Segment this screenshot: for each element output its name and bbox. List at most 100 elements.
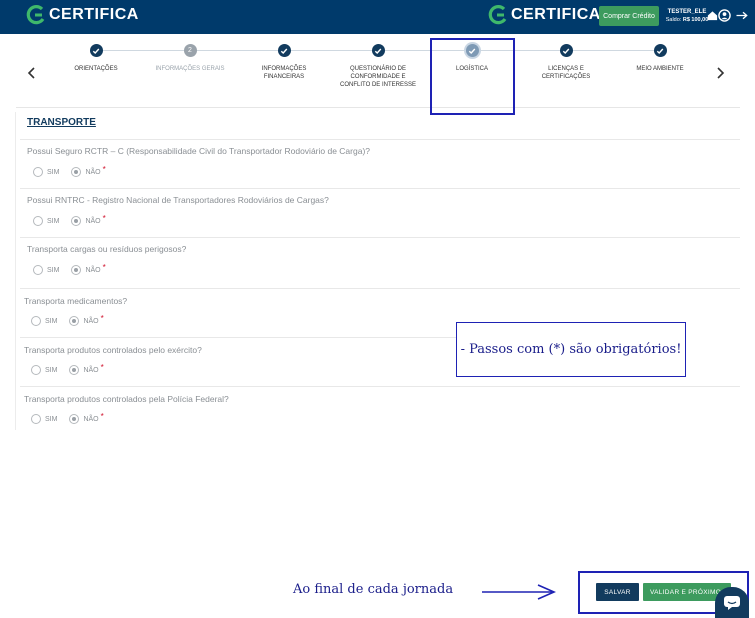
radio-label: SIM <box>47 217 60 225</box>
radio-label: NÃO <box>83 415 99 423</box>
required-mark: * <box>102 262 106 272</box>
content-border <box>15 112 16 430</box>
radio-group: SIM NÃO * <box>31 411 116 424</box>
step-label: MEIO AMBIENTE <box>636 66 684 72</box>
step-label: ORIENTAÇÕES <box>74 66 118 72</box>
radio-yes[interactable]: SIM <box>33 167 59 177</box>
check-icon <box>277 44 291 57</box>
radio-no[interactable]: NÃO * <box>71 262 106 275</box>
radio-label: NÃO <box>85 217 101 225</box>
progress-stepper: ORIENTAÇÕES 2 INFORMAÇÕES GERAIS INFORMA… <box>16 36 740 108</box>
radio-circle[interactable] <box>69 414 80 424</box>
radio-label: SIM <box>45 317 58 325</box>
user-info[interactable]: TESTER_ELE Saldo: R$ 100,00 <box>664 8 710 24</box>
radio-circle[interactable] <box>71 265 82 275</box>
step-licencas-certificacoes[interactable]: LICENÇAS E CERTIFICAÇÕES <box>526 44 606 81</box>
radio-group: SIM NÃO * <box>31 362 116 375</box>
certifica-logo-icon <box>26 5 46 25</box>
divider <box>20 337 456 338</box>
user-account-icon[interactable] <box>718 9 731 22</box>
radio-circle[interactable] <box>69 365 80 375</box>
radio-no[interactable]: NÃO * <box>69 362 104 375</box>
check-icon <box>559 44 573 57</box>
current-step-highlight <box>430 38 515 115</box>
radio-yes[interactable]: SIM <box>31 316 57 326</box>
brand-logo-right: CERTIFICA <box>488 4 601 26</box>
radio-circle[interactable] <box>33 216 43 226</box>
divider <box>20 288 740 289</box>
radio-no[interactable]: NÃO * <box>69 411 104 424</box>
question-label: Possui RNTRC - Registro Nacional de Tran… <box>27 195 329 205</box>
radio-circle[interactable] <box>71 167 82 177</box>
step-label: LICENÇAS E CERTIFICAÇÕES <box>541 66 591 80</box>
radio-group: SIM NÃO * <box>33 262 118 275</box>
balance-value: R$ 100,00 <box>682 17 709 23</box>
required-mark: * <box>100 411 104 421</box>
step-questionario-conformidade[interactable]: QUESTIONÁRIO DE CONFORMIDADE E CONFLITO … <box>338 44 418 89</box>
radio-label: NÃO <box>83 366 99 374</box>
save-button[interactable]: SALVAR <box>596 583 639 601</box>
radio-circle[interactable] <box>31 414 41 424</box>
app-header: CERTIFICA CERTIFICA Comprar Crédito TEST… <box>0 0 755 34</box>
step-informacoes-financeiras[interactable]: INFORMAÇÕES FINANCEIRAS <box>244 44 324 81</box>
buy-credit-button[interactable]: Comprar Crédito <box>599 6 659 26</box>
brand-name: CERTIFICA <box>49 6 139 23</box>
required-mark: * <box>102 164 106 174</box>
required-mark: * <box>102 213 106 223</box>
question-label: Transporta produtos controlados pelo exé… <box>24 345 202 355</box>
brand-name: CERTIFICA <box>511 6 601 23</box>
radio-circle[interactable] <box>71 216 82 226</box>
radio-yes[interactable]: SIM <box>33 265 59 275</box>
balance-label: Saldo: <box>665 17 682 23</box>
radio-label: SIM <box>45 366 58 374</box>
question-label: Transporta produtos controlados pela Pol… <box>24 394 229 404</box>
radio-group: SIM NÃO * <box>33 213 118 226</box>
arrow-right-icon <box>480 582 558 602</box>
radio-group: SIM NÃO * <box>31 313 116 326</box>
question-label: Possui Seguro RCTR – C (Responsabilidade… <box>27 146 371 156</box>
radio-circle[interactable] <box>31 316 41 326</box>
radio-label: NÃO <box>85 266 101 274</box>
chat-button[interactable] <box>715 587 749 618</box>
check-icon <box>653 44 667 57</box>
chevron-left-icon[interactable] <box>26 66 38 80</box>
radio-circle[interactable] <box>69 316 80 326</box>
radio-yes[interactable]: SIM <box>33 216 59 226</box>
radio-circle[interactable] <box>33 167 43 177</box>
step-label: INFORMAÇÕES FINANCEIRAS <box>261 66 307 80</box>
radio-circle[interactable] <box>33 265 43 275</box>
certifica-logo-icon <box>488 5 508 25</box>
user-name: TESTER_ELE <box>667 9 707 15</box>
question-label: Transporta cargas ou resíduos perigosos? <box>27 244 187 254</box>
step-orientacoes[interactable]: ORIENTAÇÕES <box>56 44 136 73</box>
radio-yes[interactable]: SIM <box>31 414 57 424</box>
brand-logo-left[interactable]: CERTIFICA <box>26 4 139 26</box>
step-informacoes-gerais[interactable]: 2 INFORMAÇÕES GERAIS <box>150 44 230 73</box>
divider <box>20 188 740 189</box>
radio-no[interactable]: NÃO * <box>69 313 104 326</box>
check-icon <box>89 44 103 57</box>
step-label: INFORMAÇÕES GERAIS <box>155 66 225 72</box>
chevron-right-icon[interactable] <box>714 66 726 80</box>
logout-icon[interactable] <box>733 9 753 22</box>
radio-no[interactable]: NÃO * <box>71 164 106 177</box>
step-number: 2 <box>183 44 197 57</box>
radio-label: SIM <box>45 415 58 423</box>
required-mark: * <box>100 313 104 323</box>
question-label: Transporta medicamentos? <box>24 296 128 306</box>
radio-label: NÃO <box>85 168 101 176</box>
radio-no[interactable]: NÃO * <box>71 213 106 226</box>
balance: Saldo: R$ 100,00 <box>664 16 710 24</box>
divider <box>20 237 740 238</box>
step-label: QUESTIONÁRIO DE CONFORMIDADE E CONFLITO … <box>340 66 416 88</box>
required-mark: * <box>100 362 104 372</box>
step-meio-ambiente[interactable]: MEIO AMBIENTE <box>620 44 700 73</box>
radio-circle[interactable] <box>31 365 41 375</box>
end-note-text: Ao final de cada jornada <box>293 582 454 597</box>
radio-yes[interactable]: SIM <box>31 365 57 375</box>
radio-group: SIM NÃO * <box>33 164 118 177</box>
required-note-text: - Passos com (*) são obrigatórios! <box>460 342 682 357</box>
section-title: TRANSPORTE <box>27 117 96 128</box>
radio-label: SIM <box>47 266 60 274</box>
radio-label: SIM <box>47 168 60 176</box>
